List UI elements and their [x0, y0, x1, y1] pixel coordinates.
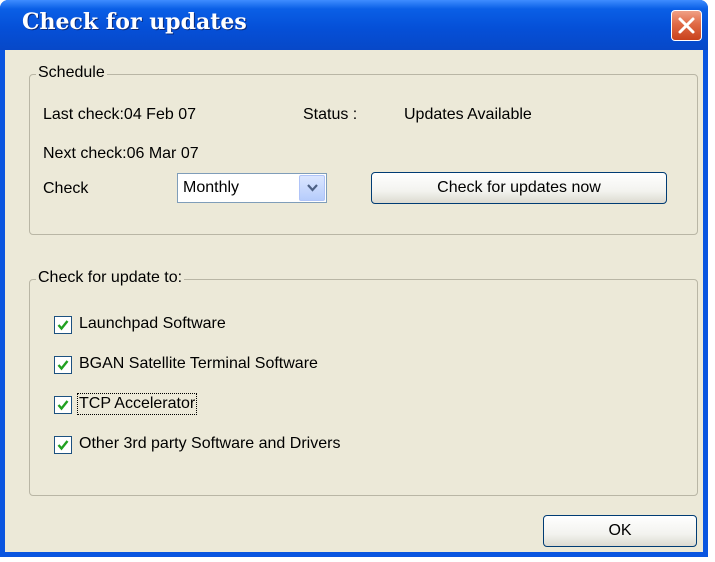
update-targets-group: Check for update to: Launchpad Software …	[29, 269, 698, 496]
checkbox[interactable]	[54, 396, 72, 414]
dialog-body: Schedule Last check:04 Feb 07 Status : U…	[5, 50, 703, 552]
dialog-window: Check for updates Schedule Last check:04…	[0, 0, 708, 557]
checkbox-label: Other 3rd party Software and Drivers	[79, 435, 341, 452]
schedule-legend: Schedule	[36, 64, 107, 82]
frequency-select[interactable]: Monthly	[177, 173, 327, 203]
close-button[interactable]	[671, 10, 702, 41]
status-label: Status :	[303, 106, 358, 123]
close-icon	[678, 17, 695, 34]
window-title: Check for updates	[22, 9, 247, 35]
frequency-value: Monthly	[183, 179, 240, 196]
check-updates-now-button[interactable]: Check for updates now	[371, 172, 667, 204]
checkmark-icon	[57, 400, 69, 411]
schedule-group: Schedule Last check:04 Feb 07 Status : U…	[29, 64, 698, 235]
checkbox[interactable]	[54, 316, 72, 334]
last-check-text: Last check:04 Feb 07	[43, 106, 196, 123]
chevron-down-icon	[307, 184, 318, 192]
checkbox[interactable]	[54, 356, 72, 374]
checkmark-icon	[57, 360, 69, 371]
checkmark-icon	[57, 320, 69, 331]
title-bar[interactable]: Check for updates	[0, 0, 708, 50]
checkbox-label: Launchpad Software	[79, 315, 226, 332]
status-value: Updates Available	[404, 106, 532, 123]
checkbox-label: BGAN Satellite Terminal Software	[79, 355, 318, 372]
checkbox-label: TCP Accelerator	[76, 393, 198, 415]
ok-button[interactable]: OK	[543, 515, 697, 547]
checkmark-icon	[57, 440, 69, 451]
next-check-text: Next check:06 Mar 07	[43, 145, 199, 162]
checkbox[interactable]	[54, 436, 72, 454]
check-frequency-label: Check	[43, 180, 89, 197]
update-targets-legend: Check for update to:	[36, 269, 185, 287]
dropdown-button[interactable]	[299, 175, 325, 201]
